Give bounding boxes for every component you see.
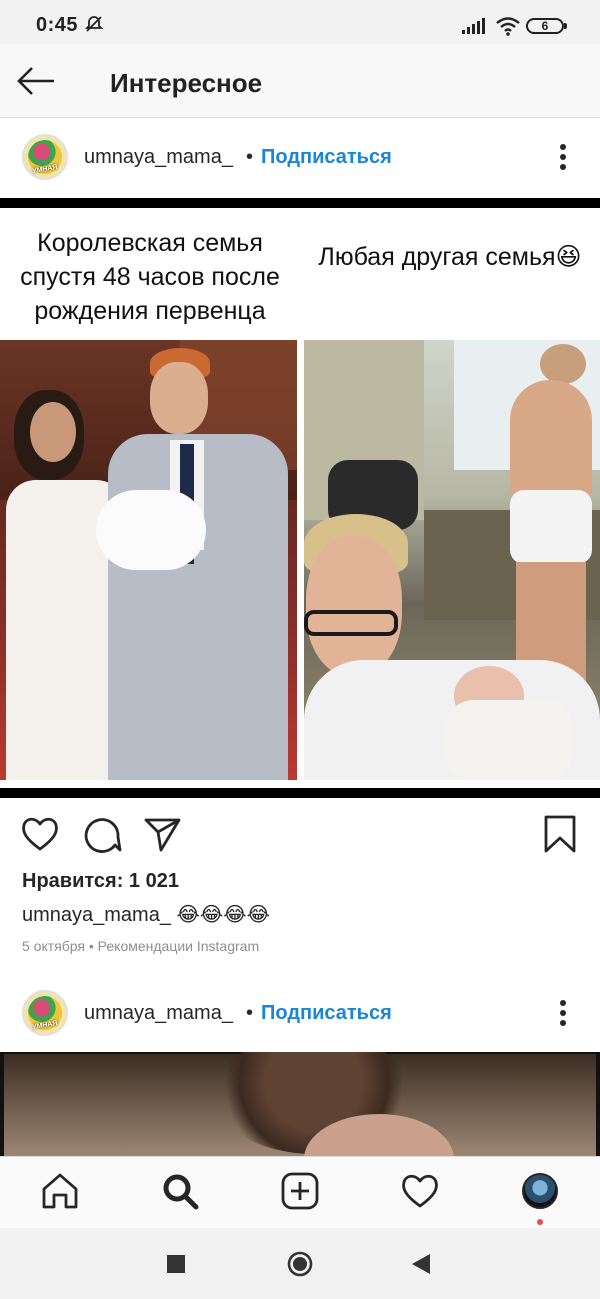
post-username[interactable]: umnaya_mama_ [84, 146, 233, 169]
status-time: 0:45 [36, 14, 79, 36]
separator-dot: • [246, 146, 254, 168]
alarm-off-icon [84, 16, 104, 32]
post-actions: Нравится: 1 021 umnaya_mama_ 😂😂😂😂 5 октя… [0, 798, 600, 978]
separator-dot: • [246, 1002, 254, 1024]
battery-indicator: 6 [526, 18, 567, 34]
meme-photo-other-family [304, 340, 600, 780]
more-options-icon[interactable] [553, 140, 573, 176]
app-header: Интересное [0, 44, 600, 118]
page-title: Интересное [110, 68, 263, 98]
post-header: УМНАЯ umnaya_mama_ • Подписаться [0, 974, 600, 1054]
more-options-icon[interactable] [553, 996, 573, 1032]
post-image-content [4, 1052, 596, 1156]
post-image[interactable]: Королевская семья спустя 48 часов после … [0, 198, 600, 798]
meme-photo-royal-family [0, 340, 297, 780]
meme-caption-left: Королевская семья спустя 48 часов после … [20, 229, 280, 325]
recent-apps-square-icon[interactable] [162, 1250, 190, 1278]
likes-count[interactable]: Нравится: 1 021 [22, 870, 179, 893]
avatar[interactable]: УМНАЯ [22, 990, 68, 1036]
follow-button[interactable]: Подписаться [261, 1002, 392, 1025]
post-header: УМНАЯ umnaya_mama_ • Подписаться [0, 118, 600, 198]
back-arrow-icon[interactable] [16, 64, 56, 98]
system-navigation-bar [0, 1228, 600, 1299]
post-caption: umnaya_mama_ 😂😂😂😂 [22, 904, 270, 926]
comment-icon[interactable] [82, 814, 122, 854]
status-bar: 0:45 6 [0, 0, 600, 44]
profile-avatar[interactable] [522, 1173, 558, 1209]
like-heart-icon[interactable] [20, 814, 60, 854]
notification-dot [537, 1219, 543, 1225]
post-image[interactable] [0, 1052, 600, 1156]
bottom-navigation [0, 1156, 600, 1228]
back-triangle-icon[interactable] [408, 1250, 436, 1278]
home-icon[interactable] [40, 1171, 80, 1211]
search-icon[interactable] [160, 1171, 200, 1211]
activity-heart-icon[interactable] [400, 1171, 440, 1211]
wifi-icon [496, 17, 520, 36]
home-circle-icon[interactable] [286, 1250, 314, 1278]
post-meta: 5 октября • Рекомендации Instagram [22, 938, 260, 954]
share-paper-plane-icon[interactable] [142, 814, 182, 854]
save-bookmark-icon[interactable] [540, 814, 580, 854]
avatar[interactable]: УМНАЯ [22, 134, 68, 180]
signal-icon [462, 18, 485, 34]
follow-button[interactable]: Подписаться [261, 146, 392, 169]
meme-caption-right: Любая другая семья😆 [318, 243, 582, 271]
meme-panel: Королевская семья спустя 48 часов после … [0, 208, 600, 788]
post-username[interactable]: umnaya_mama_ [84, 1002, 233, 1025]
add-post-icon[interactable] [280, 1171, 320, 1211]
